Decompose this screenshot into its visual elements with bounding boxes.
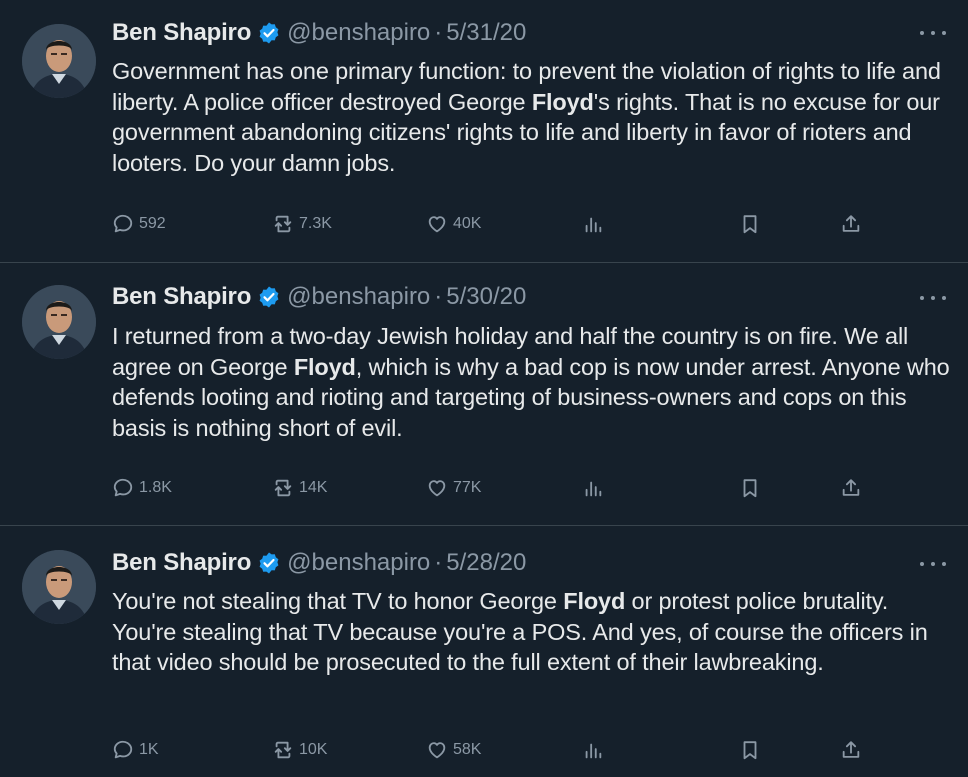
views-icon [585, 481, 602, 497]
retweet-count: 7.3K [299, 215, 332, 232]
reply-icon [113, 740, 133, 759]
action-bar: 1K 10K 58K [0, 735, 968, 765]
retweet-count: 14K [299, 479, 328, 496]
share-icon [842, 479, 860, 496]
share-icon [842, 215, 860, 232]
verified-badge-icon [259, 22, 279, 44]
like-button[interactable]: 40K [426, 209, 481, 239]
retweet-button[interactable]: 10K [272, 735, 327, 765]
share-button[interactable] [840, 209, 867, 239]
views-button[interactable] [582, 735, 609, 765]
tweet-header: Ben Shapiro @benshapiro · 5/31/20 [112, 16, 526, 50]
retweet-icon [274, 741, 292, 759]
like-button[interactable]: 77K [426, 473, 481, 503]
timeline-feed: Ben Shapiro @benshapiro · 5/31/20 Govern… [0, 0, 968, 777]
views-button[interactable] [582, 473, 609, 503]
reply-icon [113, 478, 133, 497]
tweet-text-part: You're not stealing that TV to honor Geo… [112, 588, 564, 614]
like-button[interactable]: 58K [426, 735, 481, 765]
reply-count: 592 [139, 215, 166, 232]
separator: · [434, 283, 443, 310]
like-count: 77K [453, 479, 482, 496]
separator: · [434, 549, 443, 576]
retweet-count: 10K [299, 741, 328, 758]
reply-count: 1.8K [139, 479, 172, 496]
views-icon [585, 743, 602, 759]
author-handle[interactable]: @benshapiro [287, 19, 430, 47]
highlighted-term: Floyd [293, 353, 356, 380]
views-button[interactable] [582, 209, 609, 239]
tweet-date[interactable]: 5/30/20 [446, 283, 526, 311]
share-icon [842, 741, 860, 758]
verified-badge-icon [259, 552, 279, 574]
reply-button[interactable]: 592 [112, 209, 166, 239]
retweet-button[interactable]: 7.3K [272, 209, 332, 239]
retweet-icon [274, 215, 292, 233]
heart-icon [428, 216, 446, 233]
tweet-date[interactable]: 5/28/20 [446, 549, 526, 577]
tweet-text: You're not stealing that TV to honor Geo… [112, 586, 952, 678]
tweet-text: I returned from a two-day Jewish holiday… [112, 321, 952, 443]
tweet-text: Government has one primary function: to … [112, 56, 952, 178]
tweet[interactable]: Ben Shapiro @benshapiro · 5/30/20 I retu… [0, 263, 968, 526]
reply-button[interactable]: 1.8K [112, 473, 172, 503]
bookmark-button[interactable] [739, 735, 766, 765]
tweet-date[interactable]: 5/31/20 [446, 19, 526, 47]
action-bar: 592 7.3K 40K [0, 209, 968, 239]
tweet-header: Ben Shapiro @benshapiro · 5/28/20 [112, 546, 526, 580]
share-button[interactable] [840, 473, 867, 503]
tweet[interactable]: Ben Shapiro @benshapiro · 5/28/20 You're… [0, 526, 968, 777]
retweet-button[interactable]: 14K [272, 473, 327, 503]
reply-icon [113, 214, 133, 233]
author-name[interactable]: Ben Shapiro [112, 549, 251, 577]
like-count: 58K [453, 741, 482, 758]
separator: · [434, 19, 443, 46]
bookmark-button[interactable] [739, 473, 766, 503]
reply-button[interactable]: 1K [112, 735, 159, 765]
bookmark-icon [743, 479, 757, 498]
more-icon[interactable] [920, 293, 946, 303]
heart-icon [428, 742, 446, 759]
highlighted-term: Floyd [531, 88, 594, 115]
highlighted-term: Floyd [563, 588, 626, 614]
more-icon[interactable] [920, 28, 946, 38]
avatar[interactable] [22, 550, 96, 624]
author-name[interactable]: Ben Shapiro [112, 19, 251, 47]
bookmark-icon [743, 741, 757, 760]
retweet-icon [274, 479, 292, 497]
action-bar: 1.8K 14K 77K [0, 473, 968, 503]
heart-icon [428, 480, 446, 497]
tweet-header: Ben Shapiro @benshapiro · 5/30/20 [112, 280, 526, 314]
author-handle[interactable]: @benshapiro [287, 283, 430, 311]
author-name[interactable]: Ben Shapiro [112, 283, 251, 311]
reply-count: 1K [139, 741, 159, 758]
views-icon [585, 217, 602, 233]
like-count: 40K [453, 215, 482, 232]
verified-badge-icon [259, 286, 279, 308]
bookmark-button[interactable] [739, 209, 766, 239]
author-handle[interactable]: @benshapiro [287, 549, 430, 577]
more-icon[interactable] [920, 559, 946, 569]
share-button[interactable] [840, 735, 867, 765]
bookmark-icon [743, 215, 757, 234]
tweet[interactable]: Ben Shapiro @benshapiro · 5/31/20 Govern… [0, 0, 968, 263]
avatar[interactable] [22, 24, 96, 98]
avatar[interactable] [22, 285, 96, 359]
